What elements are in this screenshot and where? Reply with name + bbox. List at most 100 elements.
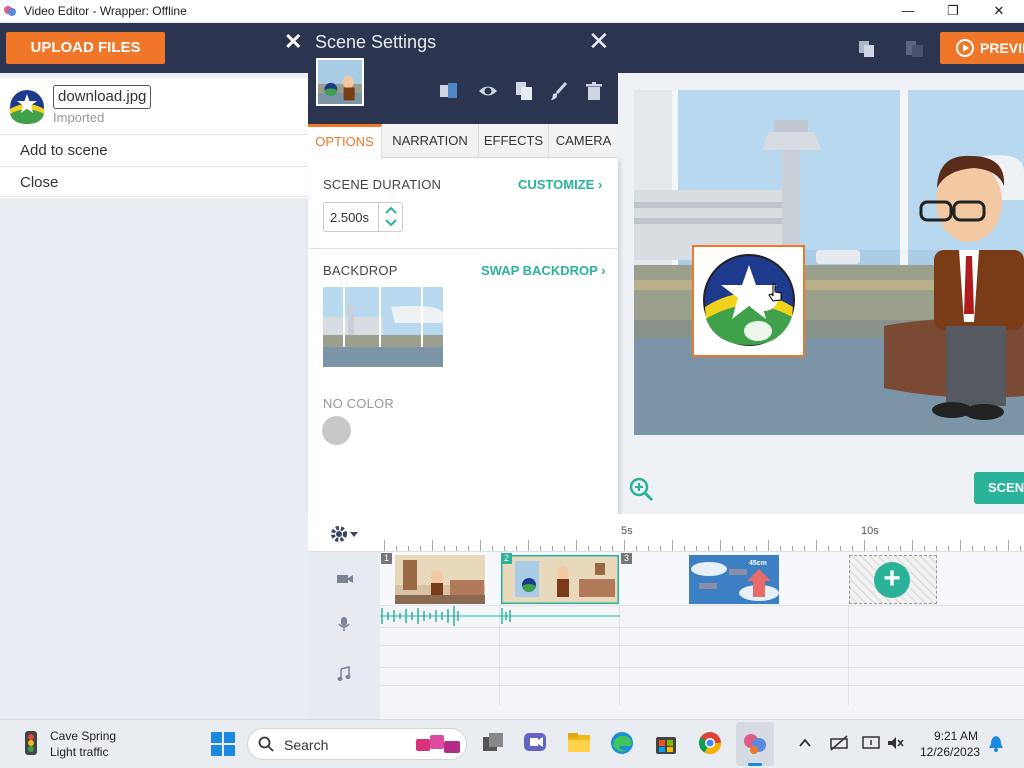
timeline-ruler [308, 514, 1024, 552]
search-icon [258, 736, 274, 752]
asset-file-name[interactable]: download.jpg [53, 85, 152, 109]
scene-boundary-line [848, 606, 849, 706]
add-scene-slot[interactable]: + [849, 555, 937, 604]
search-highlight-icon [416, 735, 460, 753]
chrome-icon[interactable] [697, 730, 723, 756]
chevron-down-icon[interactable] [385, 219, 397, 227]
video-editor-app-icon[interactable] [742, 730, 768, 756]
swap-backdrop-link[interactable]: SWAP BACKDROP › [481, 263, 606, 278]
duplicate-icon[interactable] [513, 80, 535, 102]
scene-thumbnail[interactable] [316, 58, 364, 106]
color-swatch[interactable] [322, 416, 351, 445]
ruler-tick [576, 540, 577, 551]
hand-cursor-icon [768, 283, 782, 302]
ruler-tick [552, 546, 553, 551]
swap-backdrop-label: SWAP BACKDROP [481, 263, 598, 278]
notification-bell-icon[interactable] [988, 735, 1004, 753]
window-title: Video Editor - Wrapper: Offline [24, 4, 187, 18]
copy-icon[interactable] [857, 39, 877, 59]
tab-camera[interactable]: CAMERA [549, 124, 618, 158]
layers-icon[interactable] [438, 80, 460, 102]
scene-clip-3[interactable]: 45cm [689, 555, 779, 604]
chat-icon[interactable] [522, 730, 548, 756]
file-explorer-icon[interactable] [566, 730, 592, 756]
ruler-tick [948, 546, 949, 551]
ruler-tick [444, 546, 445, 551]
ruler-tick [900, 546, 901, 551]
clip-number-badge: 2 [501, 553, 512, 564]
close-menu-item[interactable]: Close [0, 166, 308, 197]
tab-narration[interactable]: NARRATION [382, 124, 479, 158]
scene-clip-1[interactable] [395, 555, 485, 604]
upload-files-button[interactable]: UPLOAD FILES [6, 32, 165, 64]
settings-gear-icon[interactable] [330, 525, 360, 543]
ruler-tick [684, 546, 685, 551]
chevron-right-icon: › [597, 177, 603, 192]
ruler-tick [384, 540, 385, 551]
active-app-indicator [748, 763, 762, 766]
ruler-tick [972, 546, 973, 551]
customize-label: CUSTOMIZE [518, 177, 595, 192]
ruler-tick [516, 546, 517, 551]
trash-icon[interactable] [583, 80, 605, 102]
app-logo-icon [4, 6, 16, 16]
store-icon[interactable] [653, 730, 679, 756]
weather-status[interactable]: Light traffic [50, 745, 108, 759]
add-to-scene-menu-item[interactable]: Add to scene [0, 134, 308, 165]
chevron-up-icon[interactable] [798, 737, 812, 749]
tab-options[interactable]: OPTIONS [308, 124, 382, 158]
scene-settings-close-button[interactable]: ✕ [588, 26, 610, 56]
ruler-tick [528, 540, 529, 551]
ruler-tick [672, 540, 673, 551]
edge-browser-icon[interactable] [609, 730, 635, 756]
window-close-button[interactable]: ✕ [976, 0, 1022, 23]
ruler-tick [744, 546, 745, 551]
ruler-tick [696, 546, 697, 551]
window-title-bar: Video Editor - Wrapper: Offline — ❐ ✕ [0, 0, 1024, 23]
task-view-icon[interactable] [480, 730, 506, 756]
scene-button[interactable]: SCENE [974, 472, 1024, 504]
preview-button[interactable]: PREVIEW [940, 32, 1024, 64]
ruler-marker-5s: 5s [621, 525, 633, 537]
windows-start-icon[interactable] [210, 731, 236, 757]
narration-waveform[interactable] [380, 604, 620, 628]
customize-link[interactable]: CUSTOMIZE › [518, 177, 602, 192]
minimize-button[interactable]: — [885, 0, 931, 23]
clip-number-badge: 1 [381, 553, 392, 564]
asset-thumbnail[interactable] [8, 88, 46, 126]
display-icon[interactable] [862, 735, 880, 751]
ruler-tick [996, 546, 997, 551]
preview-label: PREVIEW [980, 40, 1024, 56]
collapse-panel-button[interactable]: ✕ [284, 30, 304, 54]
chevron-up-icon[interactable] [385, 206, 397, 214]
ruler-tick [1008, 540, 1009, 551]
scene-settings-title: Scene Settings [315, 32, 437, 52]
ruler-tick [648, 546, 649, 551]
ruler-tick [840, 546, 841, 551]
volume-muted-icon[interactable] [886, 735, 904, 751]
backdrop-thumbnail[interactable] [323, 287, 443, 367]
ruler-tick [804, 546, 805, 551]
duration-stepper[interactable] [378, 202, 403, 232]
ruler-tick [888, 546, 889, 551]
ruler-tick [492, 546, 493, 551]
ruler-tick [876, 546, 877, 551]
paintbrush-icon[interactable] [548, 80, 570, 102]
zoom-in-icon[interactable] [628, 476, 654, 502]
add-scene-button[interactable]: + [874, 562, 910, 598]
paste-icon[interactable] [904, 39, 926, 59]
ruler-tick [600, 546, 601, 551]
weather-location[interactable]: Cave Spring [50, 729, 116, 743]
taskbar-date[interactable]: 12/26/2023 [920, 745, 980, 759]
music-track [380, 646, 1024, 668]
traffic-light-icon[interactable] [18, 729, 44, 757]
network-icon[interactable] [829, 735, 849, 751]
backdrop-label: BACKDROP [323, 263, 398, 278]
scene-clip-2[interactable] [501, 555, 619, 604]
selected-image-box[interactable] [692, 245, 805, 357]
ruler-tick [936, 546, 937, 551]
maximize-button[interactable]: ❐ [930, 0, 976, 23]
tab-effects[interactable]: EFFECTS [479, 124, 549, 158]
eye-icon[interactable] [477, 80, 499, 102]
taskbar-time[interactable]: 9:21 AM [934, 729, 978, 743]
